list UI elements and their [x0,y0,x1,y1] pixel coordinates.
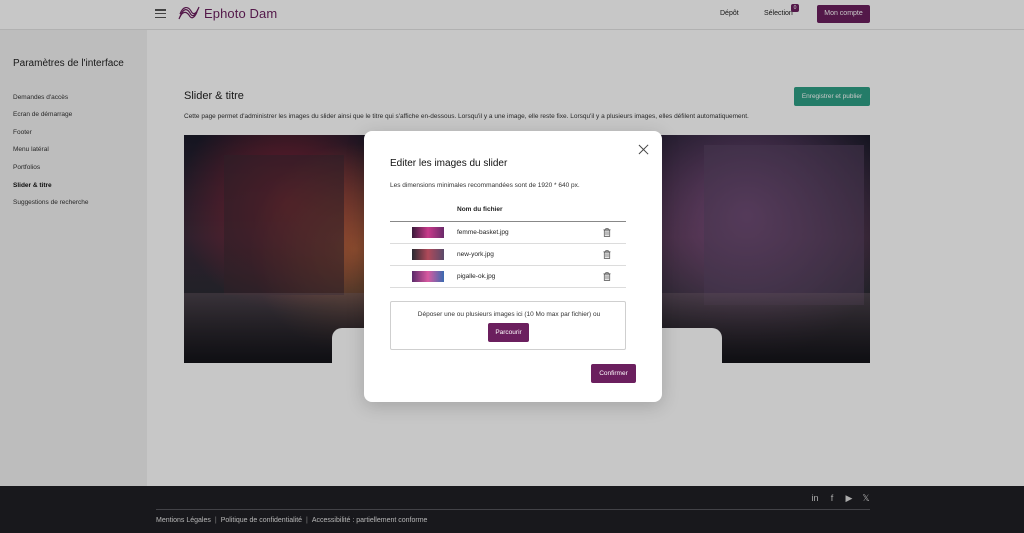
trash-icon[interactable] [603,228,611,237]
dropzone-text: Déposer une ou plusieurs images ici (10 … [417,311,601,318]
confirm-button[interactable]: Confirmer [591,364,636,383]
modal-title: Editer les images du slider [390,158,508,169]
file-name: new-york.jpg [457,251,494,258]
file-name: pigalle-ok.jpg [457,273,496,280]
file-thumbnail [412,249,444,260]
browse-button[interactable]: Parcourir [488,323,529,342]
file-name: femme-basket.jpg [457,229,509,236]
edit-slider-modal: Editer les images du slider Les dimensio… [364,131,662,402]
image-dropzone[interactable]: Déposer une ou plusieurs images ici (10 … [390,301,626,350]
file-row: pigalle-ok.jpg [390,266,626,288]
file-row: femme-basket.jpg [390,222,626,244]
file-thumbnail [412,227,444,238]
column-header-filename: Nom du fichier [457,206,503,213]
trash-icon[interactable] [603,272,611,281]
file-row: new-york.jpg [390,244,626,266]
modal-subtitle: Les dimensions minimales recommandées so… [390,182,580,189]
file-thumbnail [412,271,444,282]
file-table-header: Nom du fichier [390,203,626,222]
trash-icon[interactable] [603,250,611,259]
close-icon[interactable] [638,144,649,155]
